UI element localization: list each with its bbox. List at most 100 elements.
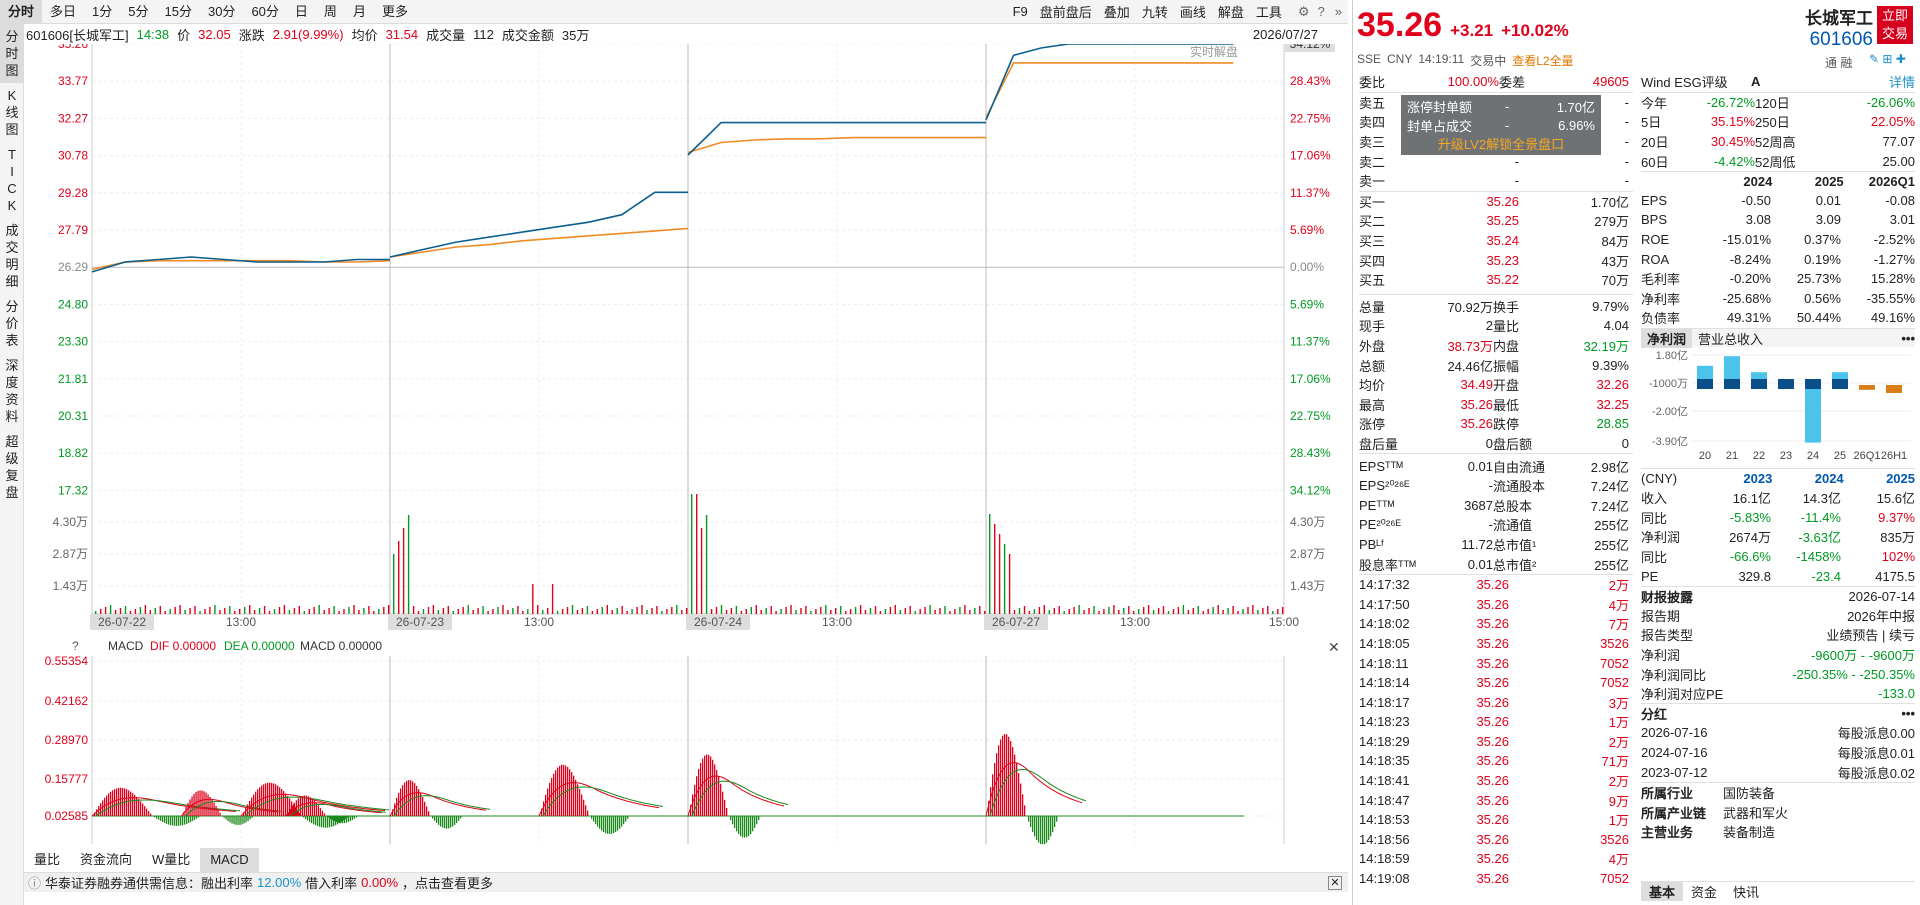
tool-button-3[interactable]: 九转 (1136, 2, 1174, 21)
macd-hist-bar (994, 763, 996, 816)
indicator-tab-3[interactable]: MACD (200, 848, 259, 872)
overlay-link[interactable]: 升级LV2解锁全景盘口 (1407, 135, 1595, 154)
notice-close-icon[interactable]: ✕ (1328, 875, 1342, 890)
tool-button-6[interactable]: 工具 (1250, 2, 1288, 21)
side-tab-1[interactable]: K线图 (0, 83, 24, 142)
macd-hist-bar (436, 816, 438, 823)
macd-hist-bar (331, 816, 333, 820)
indicator-tab-0[interactable]: 量比 (24, 848, 70, 872)
np-tab-1[interactable]: 营业总收入 (1692, 329, 1769, 348)
stat-label: 涨停 (1359, 417, 1386, 433)
period-tab-2[interactable]: 1分 (84, 0, 120, 24)
np-bar[interactable] (1886, 385, 1902, 394)
macd-hist-bar (742, 816, 744, 838)
collapse-icon[interactable]: » (1329, 4, 1348, 19)
np-tab-0[interactable]: 净利润 (1641, 328, 1693, 348)
indicator-tab-2[interactable]: W量比 (142, 848, 200, 872)
tick-row: 14:18:23 35.26 1万 (1359, 712, 1633, 732)
stock-code: 601606 (1809, 29, 1873, 50)
macd-hist-bar (144, 806, 146, 816)
period-tab-9[interactable]: 月 (345, 0, 374, 24)
volume-bar (715, 607, 718, 614)
tool-button-0[interactable]: F9 (1007, 4, 1034, 19)
macd-hist-bar (595, 816, 597, 825)
macd-hist-bar (565, 765, 567, 816)
macd-hist-bar (217, 809, 219, 816)
l2-link[interactable]: 查看L2全量 (1512, 52, 1573, 69)
macd-hist-bar (108, 793, 110, 816)
toolbar-icons[interactable]: ✎ ⊞ ✚ (1869, 52, 1906, 66)
industry-value[interactable]: 国防装备 (1723, 783, 1915, 802)
side-tab-3[interactable]: 成交明细 (0, 218, 24, 294)
macd-axis-label: 0.15777 (45, 772, 89, 786)
period-tab-4[interactable]: 15分 (157, 0, 200, 24)
period-tab-5[interactable]: 30分 (200, 0, 243, 24)
macd-hist-bar (249, 816, 251, 820)
realtime-label[interactable]: 实时解盘 (1190, 44, 1238, 59)
price-axis-label: 32.27 (58, 111, 88, 125)
period-tab-7[interactable]: 日 (287, 0, 316, 24)
tool-button-4[interactable]: 画线 (1174, 2, 1212, 21)
report-value: 业绩预告 | 续亏 (1826, 628, 1915, 644)
macd-hist-bar (702, 758, 704, 816)
industry-value[interactable]: 武器和军火 (1723, 803, 1915, 822)
volume-bar (720, 605, 723, 614)
intraday-chart[interactable]: 35.26 34.12% 33.77 28.43% 32.27 22.75% 30.78 17… (24, 36, 1348, 845)
volume-bar (984, 611, 986, 614)
macd-hist-bar (104, 797, 106, 816)
macd-close-icon[interactable]: ✕ (1328, 639, 1340, 655)
np-bar[interactable] (1859, 385, 1875, 391)
macd-hist-bar (327, 816, 329, 818)
macd-help-icon[interactable]: ? (72, 639, 79, 653)
tick-list[interactable]: 14:17:32 35.26 2万 14:17:50 35.26 4万 14:18:02 35… (1359, 573, 1633, 889)
tool-button-5[interactable]: 解盘 (1212, 2, 1250, 21)
np-bar[interactable] (1805, 385, 1821, 443)
macd-hist-bar (571, 772, 573, 816)
side-tab-4[interactable]: 分价表 (0, 294, 24, 353)
price-line (91, 256, 390, 273)
macd-hist-bar (164, 816, 166, 823)
help-icon[interactable]: ? (1314, 4, 1329, 19)
more-icon[interactable]: ••• (1901, 331, 1915, 346)
tool-button-2[interactable]: 叠加 (1098, 2, 1136, 21)
report-row: 净利润对应PE -133.0 (1641, 684, 1915, 704)
tool-button-1[interactable]: 盘前盘后 (1034, 2, 1098, 21)
volume-bar (189, 608, 191, 614)
volume-bar (820, 607, 822, 614)
volume-bar (899, 610, 901, 614)
period-tab-8[interactable]: 周 (316, 0, 345, 24)
volume-bar (1143, 607, 1145, 614)
period-tab-0[interactable]: 分时 (0, 0, 43, 24)
period-tab-6[interactable]: 60分 (243, 0, 286, 24)
side-tab-6[interactable]: 超级复盘 (0, 429, 24, 505)
esg-detail-link[interactable]: 详情 (1875, 72, 1915, 91)
stat-value: 32.19万 (1583, 339, 1629, 355)
settings-icon[interactable]: ⚙ (1294, 4, 1314, 20)
ratio-row: ROA -8.24% 0.19% -1.27% (1641, 249, 1915, 269)
stat-value: 32.25 (1596, 396, 1629, 412)
macd-hist-bar (194, 816, 196, 820)
panel-tab-1[interactable]: 资金 (1683, 882, 1725, 901)
macd-hist-bar (726, 807, 728, 816)
period-tab-1[interactable]: 多日 (42, 0, 84, 24)
trade-button[interactable]: 立即交易 (1877, 6, 1913, 44)
macd-hist-bar (756, 816, 758, 825)
macd-hist-bar (313, 816, 315, 825)
panel-tab-0[interactable]: 基本 (1641, 881, 1684, 901)
margin-notice[interactable]: ⓘ 华泰证券融券通供需信息：融出利率 12.00% 借入利率 0.00% ，点击… (24, 872, 1348, 892)
price-axis-label: 20.31 (58, 409, 88, 423)
macd-hist-bar (182, 816, 184, 826)
np-axis-label: -2.00亿 (1652, 405, 1688, 418)
overlay-mid: - (1504, 98, 1510, 114)
volume-bar (681, 610, 683, 614)
period-tab-3[interactable]: 5分 (120, 0, 156, 24)
side-tab-2[interactable]: TICK (0, 142, 24, 218)
period-tab-10[interactable]: 更多 (374, 0, 416, 24)
side-tab-5[interactable]: 深度资料 (0, 353, 24, 429)
indicator-tab-1[interactable]: 资金流向 (70, 848, 142, 872)
industry-value[interactable]: 装备制造 (1723, 822, 1915, 841)
panel-tab-2[interactable]: 快讯 (1725, 882, 1767, 901)
ratio-row: 负债率 49.31% 50.44% 49.16% (1641, 308, 1915, 328)
side-tab-0[interactable]: 分时图 (0, 24, 24, 83)
more-icon[interactable]: ••• (1901, 706, 1915, 721)
